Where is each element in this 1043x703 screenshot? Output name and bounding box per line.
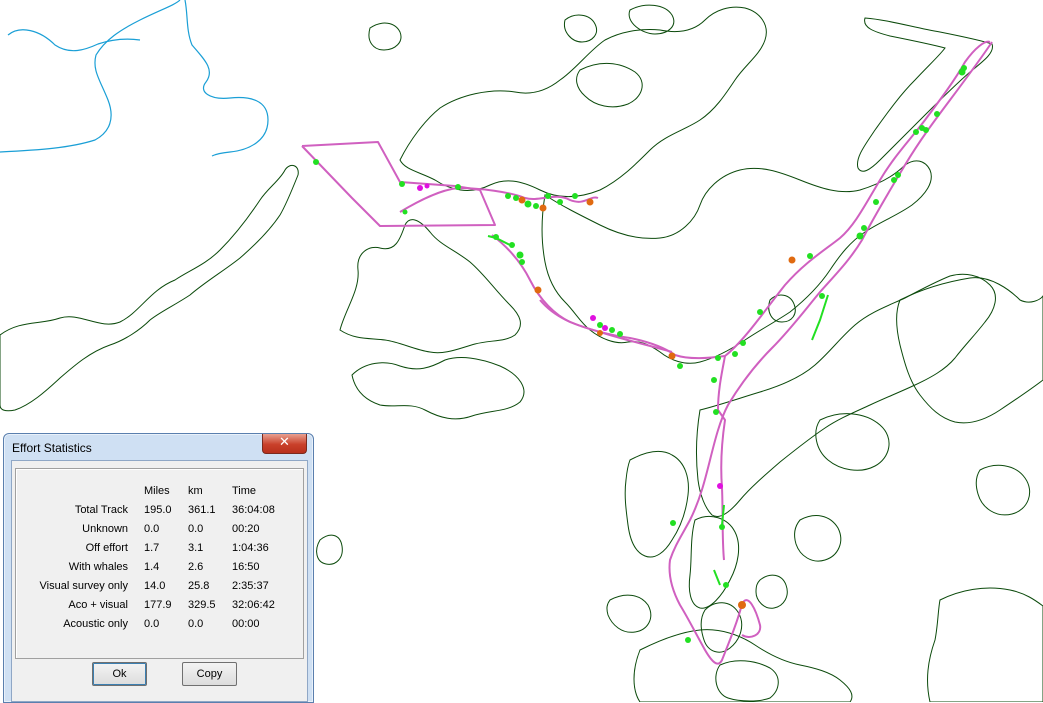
vessel-track <box>301 40 993 665</box>
with-whales-km: 2.6 <box>188 561 204 573</box>
with-whales-miles: 1.4 <box>144 561 160 573</box>
off-effort-km: 3.1 <box>188 542 204 554</box>
acoustic-only-miles: 0.0 <box>144 618 160 630</box>
column-header-time: Time <box>232 485 257 497</box>
visual-survey-only-miles: 14.0 <box>144 580 166 592</box>
row-label-visual-survey-only: Visual survey only <box>39 580 128 592</box>
dialog-title: Effort Statistics <box>12 441 92 455</box>
column-header-miles: Miles <box>144 485 170 497</box>
close-icon: ✕ <box>279 435 290 450</box>
row-label-total-track: Total Track <box>74 504 128 516</box>
river <box>184 0 269 157</box>
unknown-time: 00:20 <box>232 523 260 535</box>
aco-visual-km: 329.5 <box>188 599 216 611</box>
row-label-off-effort: Off effort <box>85 542 128 554</box>
visual-survey-only-km: 25.8 <box>188 580 210 592</box>
off-effort-miles: 1.7 <box>144 542 160 554</box>
row-label-unknown: Unknown <box>82 523 128 535</box>
total-track-km: 361.1 <box>188 504 216 516</box>
sighting-markers <box>313 65 967 643</box>
aco-visual-time: 32:06:42 <box>232 599 275 611</box>
column-header-km: km <box>188 485 203 497</box>
effort-statistics-dialog: Effort Statistics ✕ Miles km Time Total … <box>3 433 314 703</box>
total-track-miles: 195.0 <box>144 504 172 516</box>
acoustic-only-km: 0.0 <box>188 618 204 630</box>
aco-visual-miles: 177.9 <box>144 599 172 611</box>
close-button[interactable]: ✕ <box>262 434 307 454</box>
row-label-acoustic-only: Acoustic only <box>63 618 128 630</box>
unknown-km: 0.0 <box>188 523 204 535</box>
unknown-miles: 0.0 <box>144 523 160 535</box>
row-label-with-whales: With whales <box>68 561 128 573</box>
with-whales-time: 16:50 <box>232 561 260 573</box>
ok-button[interactable]: Ok <box>92 662 147 686</box>
copy-button[interactable]: Copy <box>182 662 237 686</box>
acoustic-only-time: 00:00 <box>232 618 260 630</box>
off-effort-time: 1:04:36 <box>232 542 269 554</box>
visual-survey-only-time: 2:35:37 <box>232 580 269 592</box>
row-label-aco-visual: Aco + visual <box>68 599 128 611</box>
total-track-time: 36:04:08 <box>232 504 275 516</box>
dialog-body: Miles km Time Total Track 195.0 361.1 36… <box>11 460 308 702</box>
river <box>7 29 141 52</box>
river <box>0 0 181 153</box>
stats-table: Miles km Time Total Track 195.0 361.1 36… <box>15 468 304 659</box>
